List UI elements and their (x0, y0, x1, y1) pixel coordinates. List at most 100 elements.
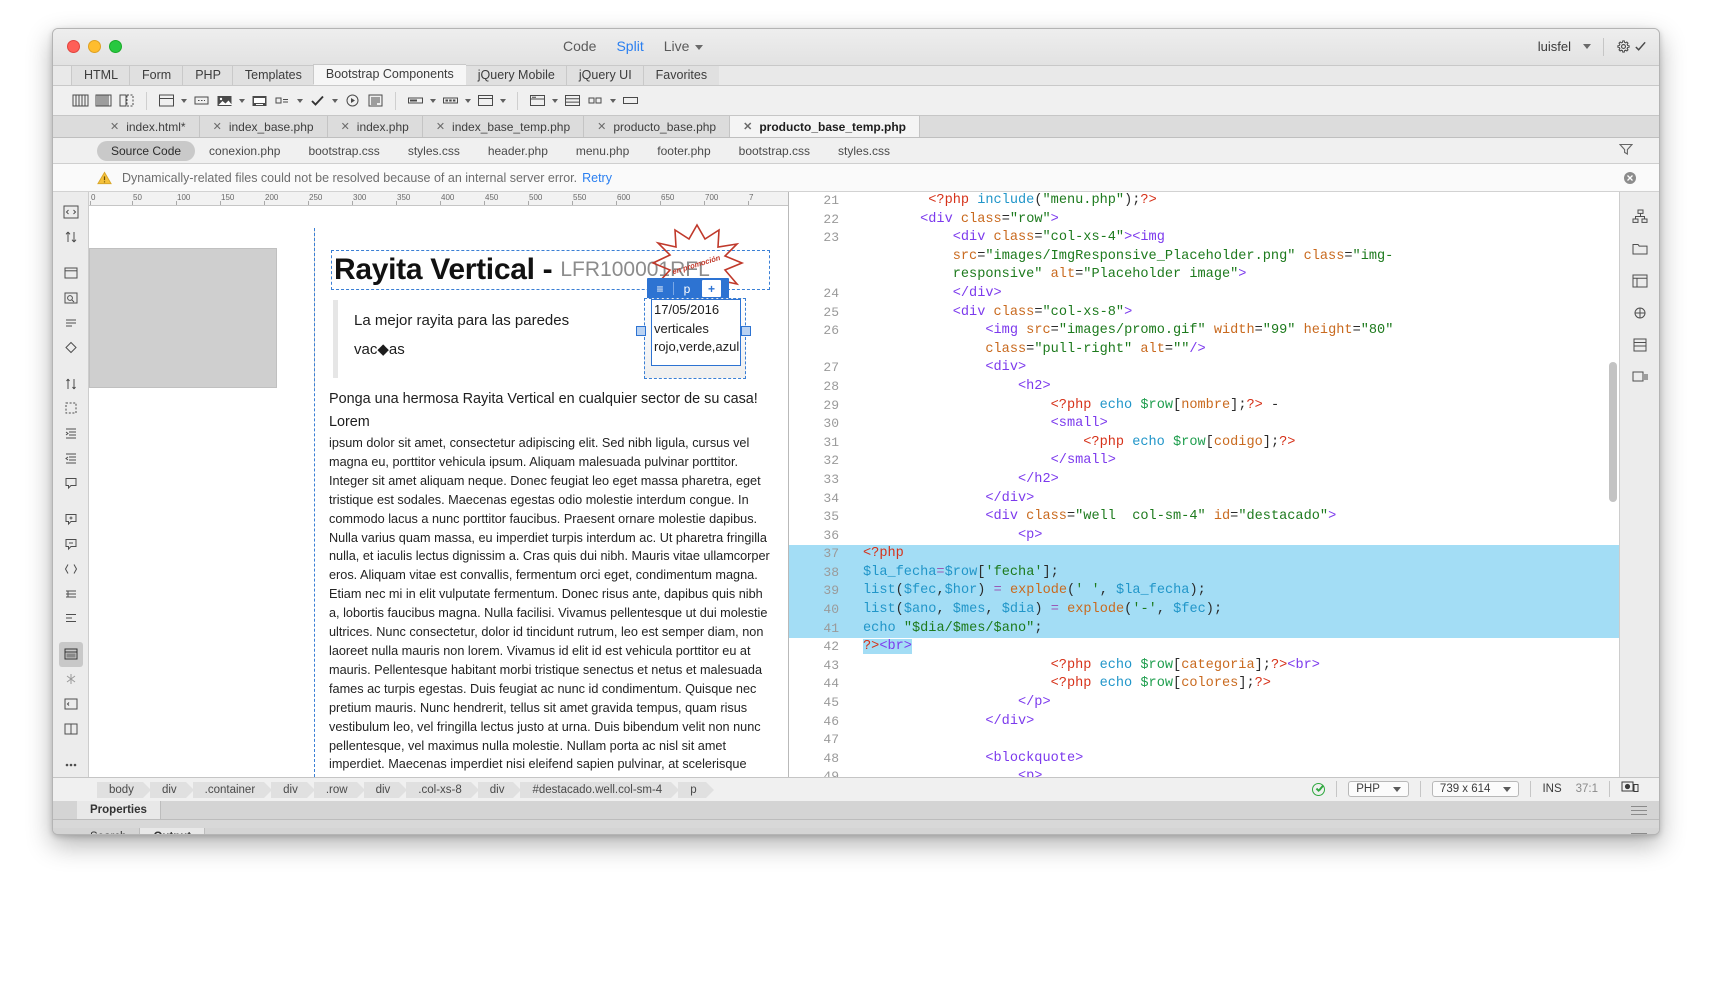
chevron-down-icon[interactable] (1392, 786, 1401, 792)
related-file-styles-css[interactable]: styles.css (394, 142, 474, 160)
chevron-down-icon[interactable] (1503, 786, 1512, 792)
window-controls[interactable] (67, 40, 122, 53)
panel-icon[interactable] (474, 90, 497, 111)
validation-ok-icon[interactable] (1312, 782, 1326, 796)
check-icon[interactable] (306, 90, 329, 111)
close-icon[interactable]: ✕ (213, 120, 222, 133)
related-file-menu-php[interactable]: menu.php (562, 142, 643, 160)
navbar-icon[interactable] (526, 90, 549, 111)
product-body-text[interactable]: Ponga una hermosa Rayita Vertical en cua… (329, 388, 774, 777)
move-vertical-icon[interactable] (59, 371, 83, 396)
insert-tab-html[interactable]: HTML (71, 65, 131, 85)
doctype-select[interactable]: PHP (1348, 781, 1409, 797)
chevron-down-icon[interactable] (178, 90, 190, 111)
code-vertical-scrollbar[interactable] (1609, 362, 1617, 502)
sort-icon[interactable] (59, 225, 83, 250)
insert-tab-jquery-mobile[interactable]: jQuery Mobile (464, 65, 567, 85)
asterisk-icon[interactable] (59, 667, 83, 692)
chevron-down-icon[interactable] (236, 90, 248, 111)
collapse-lines-icon[interactable] (59, 310, 83, 335)
resize-handle-left[interactable] (636, 326, 646, 336)
close-icon[interactable]: ✕ (341, 120, 350, 133)
find-in-files-icon[interactable] (59, 286, 83, 311)
button-element-icon[interactable] (190, 90, 213, 111)
document-tab-index-html[interactable]: ✕ index.html* (97, 116, 200, 137)
more-options-icon[interactable] (59, 752, 83, 777)
code-view-icon[interactable] (59, 200, 83, 225)
media-play-icon[interactable] (341, 90, 364, 111)
insert-mode-label[interactable]: INS (1542, 783, 1561, 795)
chevron-down-icon[interactable] (497, 90, 509, 111)
maximize-window-button[interactable] (109, 40, 122, 53)
close-icon[interactable]: ✕ (436, 120, 445, 133)
label-icon[interactable] (271, 90, 294, 111)
breadcrumb-destacado[interactable]: #destacado.well.col-sm-4 (520, 781, 679, 798)
wrap-tag-icon[interactable] (59, 556, 83, 581)
view-mode-switcher[interactable]: Code Split Live (563, 38, 704, 54)
element-tag-label[interactable]: p (674, 278, 700, 299)
grid-columns-dense-icon[interactable] (92, 90, 115, 111)
close-icon[interactable]: ✕ (743, 120, 752, 133)
design-canvas[interactable]: Rayita Vertical - LFR100001RFL en promoc… (89, 206, 788, 777)
remove-comment-icon[interactable] (59, 531, 83, 556)
document-tab-index-base-php[interactable]: ✕ index_base.php (199, 116, 328, 137)
related-file-styles-css-2[interactable]: styles.css (824, 142, 904, 160)
breadcrumb-p[interactable]: p (678, 781, 715, 798)
text-block-icon[interactable] (364, 90, 387, 111)
window-size-select[interactable]: 739 x 614 (1431, 781, 1520, 797)
insert-tab-php[interactable]: PHP (182, 65, 233, 85)
status-bar[interactable]: body div .container div .row div .col-xs… (53, 777, 1659, 801)
related-files-bar[interactable]: Source Code conexion.php bootstrap.css s… (53, 138, 1659, 164)
image-icon[interactable] (213, 90, 236, 111)
document-tab-bar[interactable]: ✕ index.html* ✕ index_base.php ✕ index.php … (53, 116, 1659, 138)
insert-tab-bootstrap-components[interactable]: Bootstrap Components (312, 64, 466, 85)
breadcrumb-div-4[interactable]: div (477, 781, 522, 798)
add-comment-icon[interactable] (59, 506, 83, 531)
shape-icon[interactable] (59, 335, 83, 360)
assets-panel-icon[interactable] (1627, 300, 1653, 326)
behaviors-panel-icon[interactable] (1627, 364, 1653, 390)
close-icon[interactable]: ✕ (110, 120, 119, 133)
panel-grip-icon[interactable] (1631, 806, 1647, 818)
document-tab-producto-base-temp-php[interactable]: ✕ producto_base_temp.php (730, 116, 921, 137)
user-menu-area[interactable]: luisfel (1532, 37, 1647, 56)
recent-snippets-icon[interactable] (59, 581, 83, 606)
chevron-down-icon[interactable] (462, 90, 474, 111)
selected-element-content[interactable]: 17/05/2016 verticales rojo,verde,azul (651, 299, 741, 366)
results-panel-tabs[interactable]: Search Output (53, 828, 1659, 834)
panel-tab-output[interactable]: Output (140, 828, 206, 834)
resize-handle-right[interactable] (741, 326, 751, 336)
chevron-down-icon[interactable] (607, 90, 619, 111)
files-panel-icon[interactable] (1627, 236, 1653, 262)
carousel-icon[interactable] (248, 90, 271, 111)
panel-tab-properties[interactable]: Properties (77, 801, 161, 819)
related-file-bootstrap-css-2[interactable]: bootstrap.css (725, 142, 824, 160)
crop-icon[interactable] (59, 396, 83, 421)
code-lines[interactable]: 21 <?php include("menu.php");?> 22 <div … (789, 192, 1619, 777)
insert-tab-jquery-ui[interactable]: jQuery UI (565, 65, 644, 85)
related-file-source-code[interactable]: Source Code (97, 140, 196, 161)
split-view-icon[interactable] (59, 716, 83, 741)
related-file-header-php[interactable]: header.php (474, 142, 562, 160)
breadcrumb-div-1[interactable]: div (149, 781, 194, 798)
settings-area[interactable] (1616, 39, 1647, 54)
view-mode-code[interactable]: Code (563, 38, 596, 54)
live-code-icon[interactable] (58, 641, 83, 667)
document-tab-index-php[interactable]: ✕ index.php (327, 116, 423, 137)
panel-tab-search[interactable]: Search (77, 828, 141, 834)
view-mode-split[interactable]: Split (616, 38, 643, 54)
add-class-button[interactable]: + (702, 280, 721, 297)
chevron-down-icon[interactable] (549, 90, 561, 111)
insert-column-icon[interactable] (115, 90, 138, 111)
chevron-down-icon[interactable] (294, 90, 306, 111)
product-description-well[interactable]: La mejor rayita para las paredes vac◆as (333, 300, 591, 378)
minimize-window-button[interactable] (88, 40, 101, 53)
progress-bar-icon[interactable] (404, 90, 427, 111)
panel-grip-icon[interactable] (1631, 833, 1647, 834)
inspect-icon[interactable] (59, 692, 83, 717)
filter-icon[interactable] (1619, 142, 1633, 156)
chevron-down-icon[interactable] (695, 44, 704, 50)
chevron-down-icon[interactable] (329, 90, 341, 111)
grid-columns-icon[interactable] (69, 90, 92, 111)
document-tab-producto-base-php[interactable]: ✕ producto_base.php (584, 116, 731, 137)
